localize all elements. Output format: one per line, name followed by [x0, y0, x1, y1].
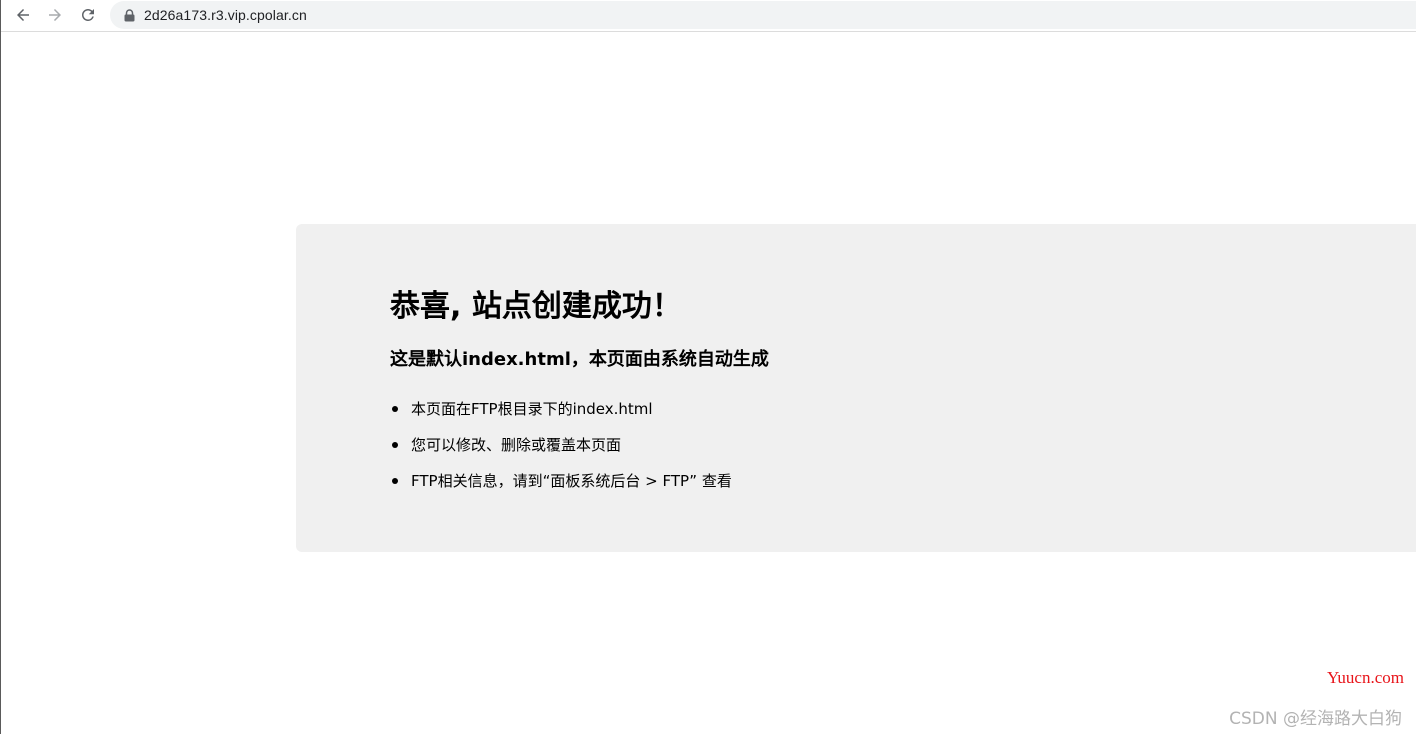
welcome-panel: 恭喜, 站点创建成功！ 这是默认index.html，本页面由系统自动生成 本页… — [296, 224, 1416, 552]
lock-icon[interactable] — [122, 8, 136, 22]
list-item: FTP相关信息，请到“面板系统后台 > FTP” 查看 — [390, 469, 732, 505]
address-bar[interactable]: 2d26a173.r3.vip.cpolar.cn — [110, 1, 1416, 29]
list-item: 本页面在FTP根目录下的index.html — [390, 397, 732, 433]
page-subtitle: 这是默认index.html，本页面由系统自动生成 — [390, 349, 769, 370]
list-item-text: FTP相关信息，请到“面板系统后台 > FTP” 查看 — [411, 472, 732, 490]
list-item: 您可以修改、删除或覆盖本页面 — [390, 433, 732, 469]
back-button[interactable] — [11, 3, 35, 27]
info-list: 本页面在FTP根目录下的index.html 您可以修改、删除或覆盖本页面 FT… — [390, 397, 732, 505]
reload-icon — [82, 8, 94, 21]
list-item-text: 本页面在FTP根目录下的index.html — [411, 400, 653, 418]
page-title: 恭喜, 站点创建成功！ — [390, 289, 682, 324]
arrow-left-icon — [17, 9, 29, 21]
bullet-icon — [392, 478, 398, 484]
list-item-text: 您可以修改、删除或覆盖本页面 — [411, 436, 622, 454]
bullet-icon — [392, 406, 398, 412]
bullet-icon — [392, 442, 398, 448]
forward-button[interactable] — [43, 3, 67, 27]
arrow-right-icon — [49, 9, 61, 21]
url-text[interactable]: 2d26a173.r3.vip.cpolar.cn — [144, 7, 307, 23]
reload-button[interactable] — [76, 3, 100, 27]
site-watermark: Yuucn.com — [1327, 668, 1404, 687]
browser-window: 2d26a173.r3.vip.cpolar.cn 恭喜, 站点创建成功！ 这是… — [0, 0, 1416, 734]
browser-toolbar: 2d26a173.r3.vip.cpolar.cn — [1, 0, 1416, 32]
author-watermark: CSDN @经海路大白狗 — [1229, 709, 1402, 729]
